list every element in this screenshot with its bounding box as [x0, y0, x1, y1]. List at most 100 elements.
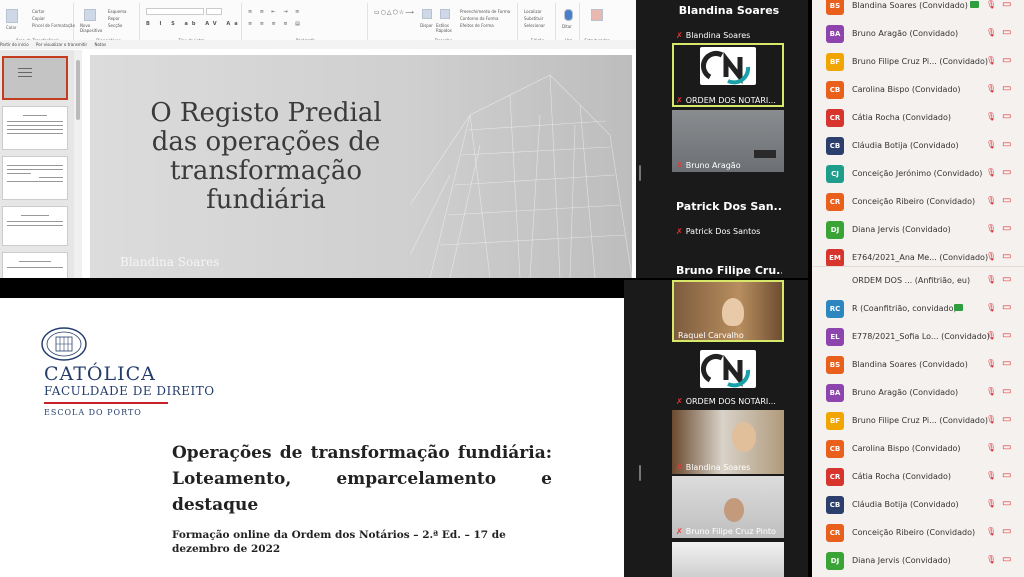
new-slide-icon[interactable] — [84, 9, 96, 21]
participant-row[interactable]: CB Carolina Bispo (Convidado) 🎙 ▭ — [812, 76, 1024, 104]
video-off-icon[interactable]: ▭ — [1002, 358, 1011, 370]
resize-handle[interactable] — [639, 465, 641, 481]
list-buttons[interactable]: ≡ ≡ ⇤ ⇥ ≡ — [248, 9, 302, 15]
participant-row[interactable]: EL E778/2021_Sofia Lo... (Convidado) 🎙 ▭ — [812, 323, 1024, 351]
replace-button[interactable]: Substituir — [524, 16, 543, 21]
video-off-icon[interactable]: ▭ — [1002, 139, 1011, 151]
muted-mic-icon[interactable]: 🎙 — [986, 251, 996, 263]
participant-row[interactable]: CB Cláudia Botija (Convidado) 🎙 ▭ — [812, 132, 1024, 160]
designer-icon[interactable] — [591, 9, 603, 21]
find-button[interactable]: Localizar — [524, 9, 542, 14]
video-off-icon[interactable]: ▭ — [1002, 554, 1011, 566]
slide-thumbnail-3[interactable] — [2, 156, 68, 200]
muted-mic-icon[interactable]: 🎙 — [986, 223, 996, 235]
muted-mic-icon[interactable]: 🎙 — [986, 83, 996, 95]
video-tile-raquel[interactable]: Raquel Carvalho — [672, 280, 784, 342]
video-off-icon[interactable]: ▭ — [1002, 498, 1011, 510]
scrollbar-thumb[interactable] — [76, 60, 80, 120]
format-buttons-row[interactable]: B I S ab AV Aa — [146, 21, 242, 27]
video-off-icon[interactable]: ▭ — [1002, 55, 1011, 67]
broadcast-button[interactable]: Por visualizar o transmitir — [36, 42, 87, 47]
layout-button[interactable]: Esquema — [108, 9, 127, 14]
align-buttons[interactable]: ≡ ≡ ≡ ≡ ▤ — [248, 21, 303, 27]
video-off-icon[interactable]: ▭ — [1002, 167, 1011, 179]
muted-mic-icon[interactable]: 🎙 — [986, 470, 996, 482]
slide-thumbnail-1[interactable] — [2, 56, 68, 100]
copy-button[interactable]: Copiar — [32, 16, 45, 21]
participant-row[interactable]: BF Bruno Filipe Cruz Pi... (Convidado) 🎙 ▭ — [812, 407, 1024, 435]
dictate-button[interactable]: Ditar — [562, 24, 572, 29]
shape-effects-button[interactable]: Efeitos de Forma — [460, 23, 494, 28]
font-size-select[interactable] — [206, 8, 222, 15]
participant-row[interactable]: CR Cátia Rocha (Convidado) 🎙 ▭ — [812, 463, 1024, 491]
video-tile-speaker[interactable]: Blandina Soares ✗ Blandina Soares — [672, 0, 784, 42]
muted-mic-icon[interactable]: 🎙 — [986, 526, 996, 538]
video-off-icon[interactable]: ▭ — [1002, 274, 1011, 286]
video-tile-partial[interactable] — [672, 542, 784, 577]
video-off-icon[interactable]: ▭ — [1002, 526, 1011, 538]
format-painter-button[interactable]: Pincel de Formatação — [32, 23, 75, 28]
participant-row[interactable]: DJ Diana Jervis (Convidado) 🎙 ▭ — [812, 547, 1024, 575]
microphone-icon[interactable] — [564, 9, 573, 21]
paste-icon[interactable] — [6, 9, 18, 23]
video-off-icon[interactable]: ▭ — [1002, 111, 1011, 123]
slide-canvas[interactable]: O Registo Predial das operações de trans… — [90, 55, 632, 278]
shape-outline-button[interactable]: Contorno da Forma — [460, 16, 498, 21]
section-button[interactable]: Secção — [108, 23, 122, 28]
video-tile-ordem-2[interactable]: ✗ ORDEM DOS NOTÁRI... — [672, 346, 784, 408]
muted-mic-icon[interactable]: 🎙 — [986, 274, 996, 286]
resize-handle[interactable] — [639, 165, 641, 181]
participant-row[interactable]: CR Conceição Ribeiro (Convidado) 🎙 ▭ — [812, 188, 1024, 216]
video-tile-bruno-aragao[interactable]: ✗ Bruno Aragão — [672, 110, 784, 172]
video-off-icon[interactable]: ▭ — [1002, 195, 1011, 207]
muted-mic-icon[interactable]: 🎙 — [986, 27, 996, 39]
quick-styles-button[interactable]: Estilos Rápidos — [436, 23, 456, 33]
video-off-icon[interactable]: ▭ — [1002, 442, 1011, 454]
video-off-icon[interactable]: ▭ — [1002, 330, 1011, 342]
video-tile-bruno-filipe[interactable]: Bruno Filipe Cru... — [672, 242, 784, 278]
from-beginning-button[interactable]: Partir do início — [0, 42, 29, 47]
participant-row[interactable]: BA Bruno Aragão (Convidado) 🎙 ▭ — [812, 20, 1024, 48]
participant-row[interactable]: CR Cátia Rocha (Convidado) 🎙 ▭ — [812, 104, 1024, 132]
video-off-icon[interactable]: ▭ — [1002, 83, 1011, 95]
arrange-button[interactable]: Dispor — [420, 23, 433, 28]
arrange-icon[interactable] — [422, 9, 432, 19]
muted-mic-icon[interactable]: 🎙 — [986, 302, 996, 314]
video-off-icon[interactable]: ▭ — [1002, 27, 1011, 39]
slide-thumbnail-2[interactable] — [2, 106, 68, 150]
muted-mic-icon[interactable]: 🎙 — [986, 167, 996, 179]
video-off-icon[interactable]: ▭ — [1002, 302, 1011, 314]
reset-button[interactable]: Repor — [108, 16, 120, 21]
notes-button[interactable]: Notas — [94, 42, 106, 47]
shapes-gallery[interactable]: ▭○△⬡☆⟶ — [374, 9, 415, 16]
muted-mic-icon[interactable]: 🎙 — [986, 358, 996, 370]
participant-row[interactable]: DJ Diana Jervis (Convidado) 🎙 ▭ — [812, 216, 1024, 244]
participant-row[interactable]: CJ Conceição Jerónimo (Convidado) 🎙 ▭ — [812, 160, 1024, 188]
muted-mic-icon[interactable]: 🎙 — [986, 195, 996, 207]
video-off-icon[interactable]: ▭ — [1002, 470, 1011, 482]
participant-row[interactable]: BS Blandina Soares (Convidado) 🎙 ▭ — [812, 351, 1024, 379]
slide-thumbnail-4[interactable] — [2, 206, 68, 246]
font-name-select[interactable] — [146, 8, 204, 15]
video-tile-patrick[interactable]: Patrick Dos San... ✗ Patrick Dos Santos — [672, 178, 784, 238]
participant-row[interactable]: CB Cláudia Botija (Convidado) 🎙 ▭ — [812, 491, 1024, 519]
shape-fill-button[interactable]: Preenchimento de Forma — [460, 9, 510, 14]
participant-row[interactable]: CB Carolina Bispo (Convidado) 🎙 ▭ — [812, 435, 1024, 463]
muted-mic-icon[interactable]: 🎙 — [986, 386, 996, 398]
participant-row[interactable]: BS Blandina Soares (Convidado) 🎙 ▭ — [812, 0, 1024, 20]
video-tile-blandina[interactable]: ✗ Blandina Soares — [672, 410, 784, 474]
muted-mic-icon[interactable]: 🎙 — [986, 498, 996, 510]
muted-mic-icon[interactable]: 🎙 — [986, 55, 996, 67]
video-off-icon[interactable]: ▭ — [1002, 223, 1011, 235]
video-off-icon[interactable]: ▭ — [1002, 0, 1011, 11]
participant-row[interactable]: CR Conceição Ribeiro (Convidado) 🎙 ▭ — [812, 519, 1024, 547]
video-tile-bruno-filipe-pinto[interactable]: ✗ Bruno Filipe Cruz Pinto — [672, 476, 784, 538]
quick-styles-icon[interactable] — [440, 9, 450, 19]
muted-mic-icon[interactable]: 🎙 — [986, 414, 996, 426]
participant-row[interactable]: BF Bruno Filipe Cruz Pi... (Convidado) 🎙 ▭ — [812, 48, 1024, 76]
slide-thumbnail-5[interactable] — [2, 252, 68, 278]
video-off-icon[interactable]: ▭ — [1002, 386, 1011, 398]
participant-row[interactable]: BA Bruno Aragão (Convidado) 🎙 ▭ — [812, 379, 1024, 407]
participant-row[interactable]: ORDEM DOS ... (Anfitrião, eu) 🎙 ▭ — [812, 267, 1024, 295]
video-tile-ordem[interactable]: ✗ ORDEM DOS NOTÁRI... — [672, 43, 784, 107]
